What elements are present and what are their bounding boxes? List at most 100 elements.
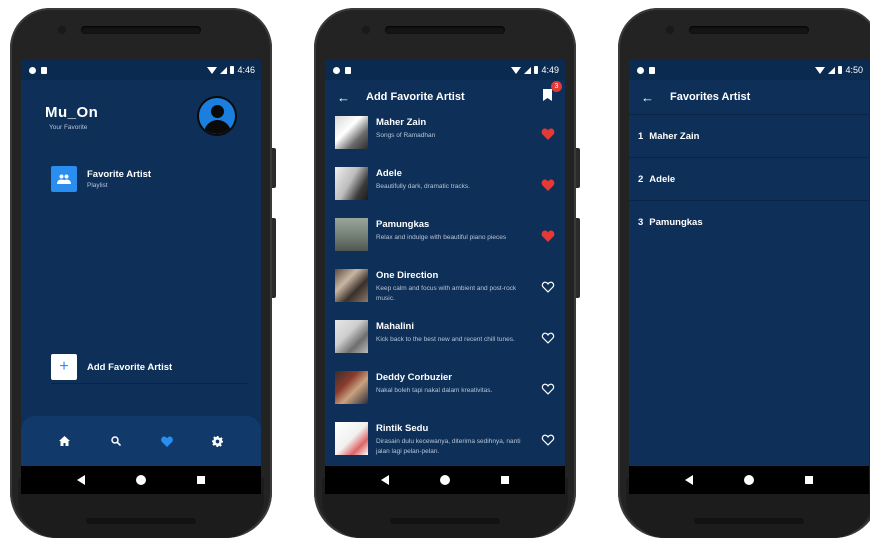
home-header: Mu_On Your Favorite: [21, 80, 261, 150]
group-icon: [51, 166, 77, 192]
list-item-name: Adele: [649, 173, 676, 185]
list-item-number: 1: [638, 130, 644, 142]
app-bar: ← Add Favorite Artist 3: [325, 80, 565, 114]
sim-icon: [41, 66, 47, 74]
sim-icon: [649, 66, 655, 74]
app-bar: ← Favorites Artist: [629, 80, 869, 114]
nav-back-icon[interactable]: [76, 475, 85, 485]
heart-outline-icon[interactable]: [541, 434, 555, 446]
artist-thumbnail: [335, 422, 368, 455]
heart-filled-icon[interactable]: [541, 179, 555, 191]
bottom-speaker: [390, 518, 500, 524]
search-icon[interactable]: [106, 431, 126, 451]
battery-icon: [534, 66, 539, 74]
status-bar: 4:49: [325, 60, 565, 80]
list-item[interactable]: Maher Zain Songs of Ramadhan: [325, 114, 565, 165]
system-nav-bar: [21, 466, 261, 494]
avatar-body: [204, 120, 231, 134]
earpiece-speaker: [81, 26, 201, 34]
add-favorite-screen: 4:49 ← Add Favorite Artist 3 Maher Zain …: [325, 60, 565, 494]
app-title: Mu_On: [45, 104, 99, 121]
wifi-icon: [815, 66, 826, 74]
avatar[interactable]: [197, 96, 237, 136]
list-item[interactable]: One Direction Keep calm and focus with a…: [325, 267, 565, 318]
list-item[interactable]: Rintik Sedu Dirasain dulu kecewanya, dit…: [325, 420, 565, 471]
heart-filled-icon[interactable]: [541, 230, 555, 242]
notification-icon: [333, 66, 340, 74]
front-camera: [666, 26, 674, 34]
front-camera: [362, 26, 370, 34]
artist-thumbnail: [335, 116, 368, 149]
bottom-tab-bar: [21, 416, 261, 466]
nav-recent-icon[interactable]: [501, 476, 510, 484]
divider: [51, 383, 247, 384]
menu-sublabel: Playlist: [87, 182, 108, 189]
front-camera: [58, 26, 66, 34]
nav-recent-icon[interactable]: [805, 476, 814, 484]
favorites-list: 1 Maher Zain 2 Adele 3 Pamungkas: [629, 115, 869, 243]
phone-home: 4:46 Mu_On Your Favorite Favorite Artist…: [10, 8, 276, 538]
artist-name: Rintik Sedu: [376, 423, 429, 434]
list-item[interactable]: Pamungkas Relax and indulge with beautif…: [325, 216, 565, 267]
heart-filled-icon[interactable]: [541, 128, 555, 140]
heart-outline-icon[interactable]: [541, 332, 555, 344]
artist-list: Maher Zain Songs of Ramadhan Adele Beaut…: [325, 114, 565, 471]
app-subtitle: Your Favorite: [49, 124, 88, 131]
list-item-number: 2: [638, 173, 644, 185]
plus-icon: +: [51, 354, 77, 380]
artist-name: Pamungkas: [376, 219, 430, 230]
notification-icon: [637, 66, 644, 74]
bookmark-button[interactable]: 3: [543, 81, 562, 103]
phone-add-favorite: 4:49 ← Add Favorite Artist 3 Maher Zain …: [314, 8, 580, 538]
artist-description: Keep calm and focus with ambient and pos…: [376, 285, 517, 302]
volume-button: [272, 218, 276, 298]
status-bar: 4:46: [21, 60, 261, 80]
power-button: [576, 148, 580, 188]
heart-outline-icon[interactable]: [541, 383, 555, 395]
bottom-speaker: [86, 518, 196, 524]
add-favorite-artist-button[interactable]: + Add Favorite Artist: [51, 354, 172, 380]
list-item-number: 3: [638, 216, 644, 228]
nav-back-icon[interactable]: [684, 475, 693, 485]
status-time: 4:46: [237, 65, 255, 75]
list-item[interactable]: 3 Pamungkas: [629, 201, 869, 243]
nav-home-icon[interactable]: [439, 475, 450, 485]
back-arrow-icon[interactable]: ←: [337, 90, 350, 105]
artist-name: Mahalini: [376, 321, 415, 332]
artist-description: Beautifully dark, dramatic tracks.: [376, 183, 470, 190]
artist-thumbnail: [335, 371, 368, 404]
list-item[interactable]: 2 Adele: [629, 158, 869, 200]
list-item[interactable]: Adele Beautifully dark, dramatic tracks.: [325, 165, 565, 216]
menu-item-favorite-artist[interactable]: Favorite Artist Playlist: [51, 166, 151, 192]
signal-icon: [524, 66, 532, 74]
wifi-icon: [207, 66, 218, 74]
artist-thumbnail: [335, 218, 368, 251]
settings-icon[interactable]: [208, 431, 228, 451]
phone-favorites: 4:50 ← Favorites Artist 1 Maher Zain 2 A…: [618, 8, 870, 538]
add-favorite-label: Add Favorite Artist: [87, 361, 173, 373]
artist-name: Deddy Corbuzier: [376, 372, 453, 383]
status-time: 4:49: [541, 65, 559, 75]
power-button: [272, 148, 276, 188]
list-item[interactable]: 1 Maher Zain: [629, 115, 869, 157]
bottom-speaker: [694, 518, 804, 524]
back-arrow-icon[interactable]: ←: [641, 90, 654, 105]
heart-outline-icon[interactable]: [541, 281, 555, 293]
nav-recent-icon[interactable]: [197, 476, 206, 484]
nav-home-icon[interactable]: [135, 475, 146, 485]
artist-description: Songs of Ramadhan: [376, 132, 436, 139]
sim-icon: [345, 66, 351, 74]
system-nav-bar: [325, 466, 565, 494]
list-item[interactable]: Deddy Corbuzier Nakal boleh tapi nakal d…: [325, 369, 565, 420]
home-icon[interactable]: [55, 431, 75, 451]
bookmark-icon: [543, 89, 552, 101]
artist-name: Maher Zain: [376, 117, 427, 128]
page-title: Favorites Artist: [670, 91, 751, 103]
nav-back-icon[interactable]: [380, 475, 389, 485]
list-item-name: Pamungkas: [649, 216, 703, 228]
list-item[interactable]: Mahalini Kick back to the best new and r…: [325, 318, 565, 369]
heart-icon[interactable]: [157, 431, 177, 451]
artist-thumbnail: [335, 320, 368, 353]
home-screen: 4:46 Mu_On Your Favorite Favorite Artist…: [21, 60, 261, 494]
nav-home-icon[interactable]: [743, 475, 754, 485]
